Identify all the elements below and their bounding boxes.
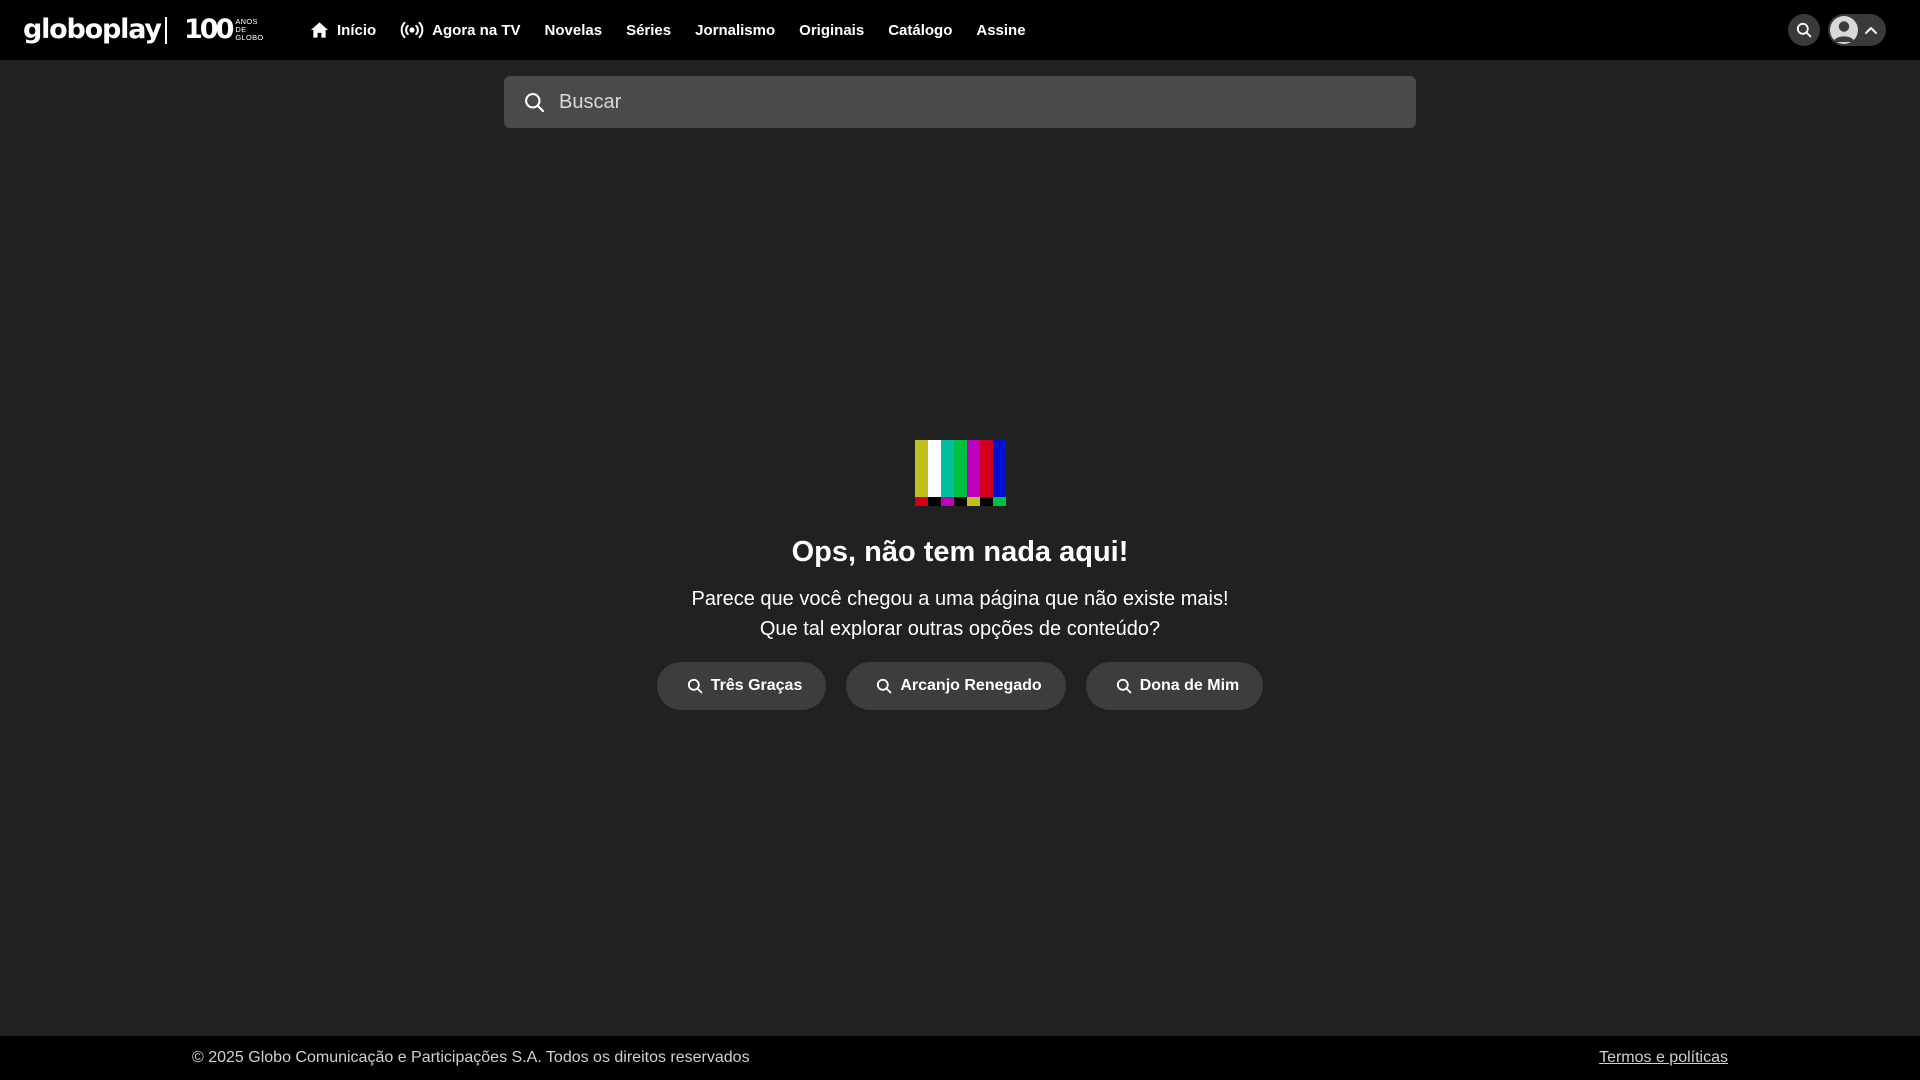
broadcast-icon	[400, 21, 424, 39]
suggestion-button-dona-de-mim[interactable]: Dona de Mim	[1085, 662, 1264, 710]
centenary-text: ANOS DE GLOBO	[235, 17, 264, 42]
error-title: Ops, não tem nada aqui!	[791, 536, 1129, 568]
nav-item-label: Agora na TV	[432, 21, 521, 39]
search-button[interactable]	[1788, 14, 1820, 46]
search-input[interactable]	[559, 90, 1379, 114]
nav-item-inicio[interactable]: Início	[310, 21, 376, 39]
error-message: Parece que você chegou a uma página que …	[0, 584, 1920, 644]
nav-item-assine[interactable]: Assine	[976, 22, 1025, 39]
search-bar[interactable]	[504, 76, 1416, 128]
nav-item-label: Jornalismo	[695, 21, 776, 39]
chevron-up-icon	[1865, 27, 1877, 34]
top-navigation-bar: globoplay 100 ANOS DE GLOBO Início Agora…	[0, 0, 1920, 60]
search-icon	[687, 678, 703, 694]
search-icon	[877, 678, 892, 694]
suggestion-button-tres-gracas[interactable]: Três Graças	[656, 662, 827, 710]
main-nav: Início Agora na TV Novelas Séries Jornal…	[310, 0, 1026, 60]
centenary-logo: 100 ANOS DE GLOBO	[184, 16, 264, 44]
home-icon	[310, 22, 329, 38]
profile-menu-button[interactable]	[1828, 14, 1886, 46]
suggestion-button-arcanjo-renegado[interactable]: Arcanjo Renegado	[846, 662, 1066, 710]
suggestion-label: Dona de Mim	[1139, 677, 1240, 694]
nav-item-label: Novelas	[544, 21, 603, 39]
nav-item-label: Início	[337, 21, 377, 39]
nav-item-catalogo[interactable]: Catálogo	[888, 22, 952, 39]
nav-item-label: Originais	[799, 21, 865, 39]
centenary-number: 100	[184, 14, 234, 45]
nav-item-jornalismo[interactable]: Jornalismo	[695, 22, 775, 39]
search-icon	[1116, 678, 1132, 694]
avatar	[1830, 16, 1858, 44]
suggestion-label: Arcanjo Renegado	[900, 677, 1042, 694]
nav-item-label: Catálogo	[888, 21, 953, 39]
nav-item-label: Assine	[976, 21, 1026, 39]
logo-divider	[165, 17, 167, 44]
error-message-line-1: Parece que você chegou a uma página que …	[691, 588, 1229, 610]
suggestion-label: Três Graças	[710, 677, 803, 694]
error-message-line-2: Que tal explorar outras opções de conteú…	[759, 618, 1161, 640]
nav-item-novelas[interactable]: Novelas	[545, 22, 603, 39]
user-icon	[1833, 21, 1855, 42]
terms-link[interactable]: Termos e políticas	[1599, 1048, 1728, 1068]
search-icon	[1796, 22, 1812, 38]
tv-test-pattern-icon	[915, 440, 1006, 506]
nav-item-originais[interactable]: Originais	[799, 22, 864, 39]
copyright-text: © 2025 Globo Comunicação e Participações…	[192, 1049, 750, 1066]
nav-item-agora-na-tv[interactable]: Agora na TV	[400, 21, 521, 39]
nav-item-series[interactable]: Séries	[626, 22, 671, 39]
globoplay-logo[interactable]: globoplay	[23, 14, 162, 46]
search-suggestions: Três Graças Arcanjo Renegado Dona de Mim	[0, 662, 1920, 710]
footer: © 2025 Globo Comunicação e Participações…	[0, 1036, 1920, 1080]
nav-item-label: Séries	[626, 21, 672, 39]
search-icon	[525, 92, 545, 112]
